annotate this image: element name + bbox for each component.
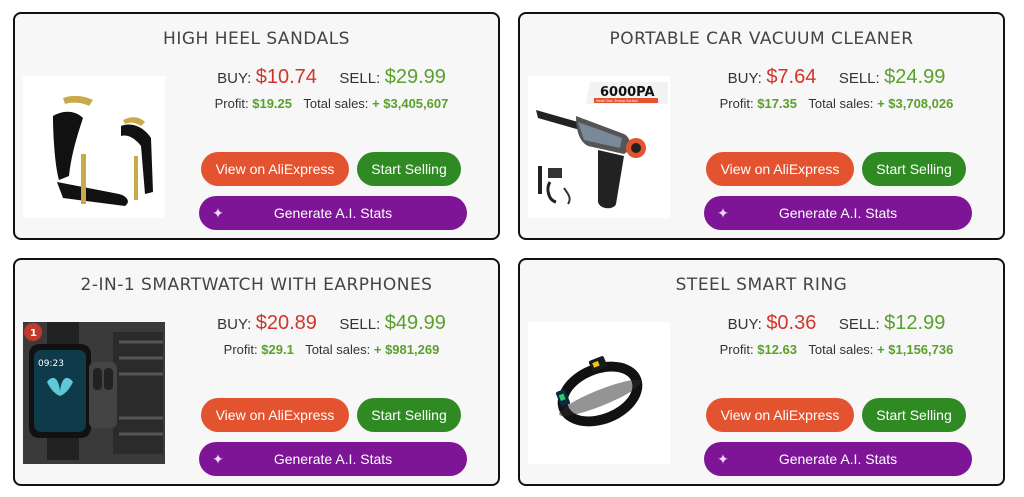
sell-label: SELL:: [838, 70, 880, 87]
sparkle-icon: ✦: [212, 451, 224, 467]
generate-ai-stats-label: Generate A.I. Stats: [273, 451, 393, 467]
view-on-aliexpress-button[interactable]: View on AliExpress: [706, 398, 854, 432]
sell-price: $49.99: [384, 312, 446, 334]
generate-ai-stats-label: Generate A.I. Stats: [273, 205, 393, 221]
profit-label: Profit:: [719, 342, 754, 357]
price-line: BUY: $20.89 SELL: $49.99: [165, 312, 498, 335]
high-heel-sandal-image: [23, 76, 165, 218]
product-title: HIGH HEEL SANDALS: [163, 29, 350, 49]
total-sales-value: + $3,708,026: [877, 96, 954, 111]
view-on-aliexpress-button[interactable]: View on AliExpress: [201, 398, 349, 432]
product-card-smart-ring: STEEL SMART RING BUY: $0.36 SELL: $12.99…: [518, 258, 1005, 486]
total-sales-label: Total sales:: [808, 342, 874, 357]
product-card-smartwatch: 2-IN-1 SMARTWATCH WITH EARPHONES 09:23 1…: [13, 258, 500, 486]
profit-value: $12.63: [757, 342, 797, 357]
buy-label: BUY:: [217, 70, 252, 87]
generate-ai-stats-button[interactable]: ✦ Generate A.I. Stats: [199, 196, 467, 230]
buy-price: $20.89: [255, 312, 317, 334]
sparkle-icon: ✦: [717, 451, 729, 467]
buy-price: $0.36: [766, 312, 817, 334]
sell-label: SELL:: [339, 70, 381, 87]
start-selling-button[interactable]: Start Selling: [357, 398, 461, 432]
profit-line: Profit: $17.35 Total sales: + $3,708,026: [670, 96, 1003, 111]
profit-line: Profit: $19.25 Total sales: + $3,405,607: [165, 96, 498, 111]
buy-price: $10.74: [255, 66, 317, 88]
generate-ai-stats-label: Generate A.I. Stats: [778, 451, 898, 467]
product-title: STEEL SMART RING: [675, 275, 848, 295]
view-on-aliexpress-button[interactable]: View on AliExpress: [706, 152, 854, 186]
start-selling-button[interactable]: Start Selling: [862, 398, 966, 432]
sell-price: $12.99: [884, 312, 946, 334]
buy-price: $7.64: [766, 66, 817, 88]
product-card-car-vacuum: PORTABLE CAR VACUUM CLEANER 6000PA Small…: [518, 12, 1005, 240]
generate-ai-stats-label: Generate A.I. Stats: [778, 205, 898, 221]
profit-label: Profit:: [214, 96, 249, 111]
profit-label: Profit:: [223, 342, 258, 357]
sell-price: $29.99: [384, 66, 446, 88]
profit-line: Profit: $12.63 Total sales: + $1,156,736: [670, 342, 1003, 357]
view-on-aliexpress-button[interactable]: View on AliExpress: [201, 152, 349, 186]
start-selling-button[interactable]: Start Selling: [357, 152, 461, 186]
generate-ai-stats-button[interactable]: ✦ Generate A.I. Stats: [704, 196, 972, 230]
profit-value: $19.25: [252, 96, 292, 111]
start-selling-button[interactable]: Start Selling: [862, 152, 966, 186]
buy-label: BUY:: [727, 70, 762, 87]
car-vacuum-image: 6000PA Small Size, Strong Suction: [528, 76, 670, 218]
smartwatch-image: 09:23 1: [23, 322, 165, 464]
buy-label: BUY:: [727, 316, 762, 333]
product-title: PORTABLE CAR VACUUM CLEANER: [609, 29, 914, 49]
sell-label: SELL:: [339, 316, 381, 333]
watch-time-text: 09:23: [38, 359, 64, 369]
sparkle-icon: ✦: [717, 205, 729, 221]
sell-price: $24.99: [884, 66, 946, 88]
total-sales-label: Total sales:: [305, 342, 371, 357]
generate-ai-stats-button[interactable]: ✦ Generate A.I. Stats: [704, 442, 972, 476]
price-line: BUY: $7.64 SELL: $24.99: [670, 66, 1003, 89]
badge-text: 1: [30, 328, 37, 339]
profit-label: Profit:: [719, 96, 754, 111]
generate-ai-stats-button[interactable]: ✦ Generate A.I. Stats: [199, 442, 467, 476]
sparkle-icon: ✦: [212, 205, 224, 221]
smart-ring-image: [528, 322, 670, 464]
price-line: BUY: $0.36 SELL: $12.99: [670, 312, 1003, 335]
vacuum-image-text: 6000PA: [600, 85, 655, 100]
profit-value: $29.1: [261, 342, 294, 357]
total-sales-value: + $1,156,736: [877, 342, 954, 357]
total-sales-label: Total sales:: [303, 96, 369, 111]
buy-label: BUY:: [217, 316, 252, 333]
vacuum-image-subtext: Small Size, Strong Suction: [596, 99, 638, 103]
product-card-high-heel-sandals: HIGH HEEL SANDALS BUY: $10.74 SELL: $29.…: [13, 12, 500, 240]
total-sales-value: + $3,405,607: [372, 96, 449, 111]
sell-label: SELL:: [838, 316, 880, 333]
product-title: 2-IN-1 SMARTWATCH WITH EARPHONES: [80, 275, 433, 295]
profit-value: $17.35: [757, 96, 797, 111]
total-sales-label: Total sales:: [808, 96, 874, 111]
profit-line: Profit: $29.1 Total sales: + $981,269: [165, 342, 498, 357]
price-line: BUY: $10.74 SELL: $29.99: [165, 66, 498, 89]
total-sales-value: + $981,269: [373, 342, 440, 357]
